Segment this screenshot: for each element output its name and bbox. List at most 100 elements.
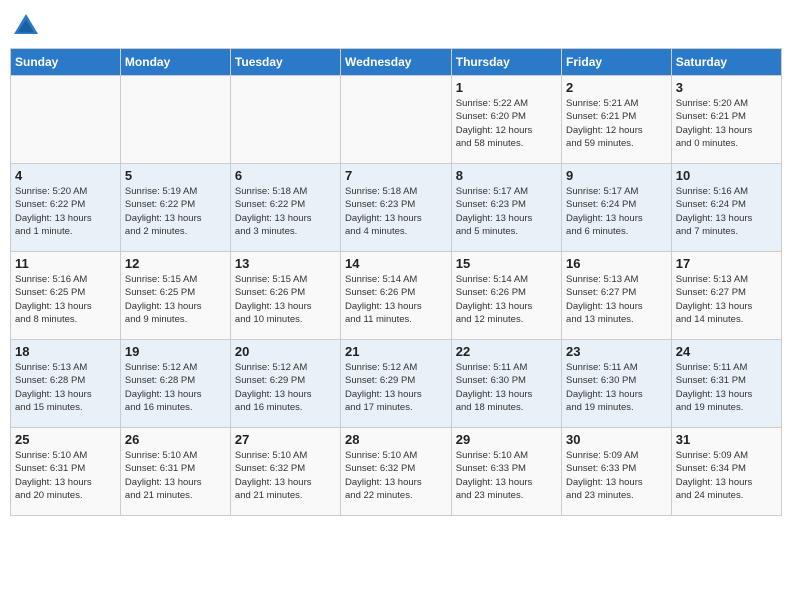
day-info: Sunrise: 5:15 AM Sunset: 6:25 PM Dayligh… [125,273,226,326]
day-number: 16 [566,256,667,271]
day-info: Sunrise: 5:12 AM Sunset: 6:29 PM Dayligh… [235,361,336,414]
day-info: Sunrise: 5:21 AM Sunset: 6:21 PM Dayligh… [566,97,667,150]
day-cell: 25Sunrise: 5:10 AM Sunset: 6:31 PM Dayli… [11,428,121,516]
day-number: 27 [235,432,336,447]
day-cell: 21 Sunrise: 5:12 AM Sunset: 6:29 PM Dayli… [341,340,452,428]
day-of-week-tuesday: Tuesday [230,49,340,76]
day-cell: 17Sunrise: 5:13 AM Sunset: 6:27 PM Dayli… [671,252,781,340]
day-number: 10 [676,168,777,183]
day-number: 15 [456,256,557,271]
day-cell: 1 Sunrise: 5:22 AM Sunset: 6:20 PM Daylig… [451,76,561,164]
day-info: Sunrise: 5:15 AM Sunset: 6:26 PM Dayligh… [235,273,336,326]
day-cell: 12 Sunrise: 5:15 AM Sunset: 6:25 PM Dayli… [120,252,230,340]
day-number: 17 [676,256,777,271]
day-cell: 11 Sunrise: 5:16 AM Sunset: 6:25 PM Dayli… [11,252,121,340]
day-info: Sunrise: 5:13 AM Sunset: 6:28 PM Dayligh… [15,361,116,414]
day-cell: 19Sunrise: 5:12 AM Sunset: 6:28 PM Dayli… [120,340,230,428]
day-number: 5 [125,168,226,183]
week-row-5: 25Sunrise: 5:10 AM Sunset: 6:31 PM Dayli… [11,428,782,516]
day-of-week-saturday: Saturday [671,49,781,76]
calendar-header: SundayMondayTuesdayWednesdayThursdayFrid… [11,49,782,76]
day-number: 12 [125,256,226,271]
week-row-3: 11 Sunrise: 5:16 AM Sunset: 6:25 PM Dayli… [11,252,782,340]
day-of-week-thursday: Thursday [451,49,561,76]
day-info: Sunrise: 5:20 AM Sunset: 6:22 PM Dayligh… [15,185,116,238]
week-row-1: 1 Sunrise: 5:22 AM Sunset: 6:20 PM Daylig… [11,76,782,164]
day-cell: 4 Sunrise: 5:20 AM Sunset: 6:22 PM Daylig… [11,164,121,252]
day-cell [341,76,452,164]
day-cell: 28Sunrise: 5:10 AM Sunset: 6:32 PM Dayli… [341,428,452,516]
calendar-table: SundayMondayTuesdayWednesdayThursdayFrid… [10,48,782,516]
day-number: 20 [235,344,336,359]
day-cell: 18Sunrise: 5:13 AM Sunset: 6:28 PM Dayli… [11,340,121,428]
day-info: Sunrise: 5:10 AM Sunset: 6:31 PM Dayligh… [125,449,226,502]
day-cell: 26 Sunrise: 5:10 AM Sunset: 6:31 PM Dayli… [120,428,230,516]
day-number: 23 [566,344,667,359]
day-info: Sunrise: 5:16 AM Sunset: 6:25 PM Dayligh… [15,273,116,326]
day-info: Sunrise: 5:18 AM Sunset: 6:22 PM Dayligh… [235,185,336,238]
day-cell: 8 Sunrise: 5:17 AM Sunset: 6:23 PM Daylig… [451,164,561,252]
day-info: Sunrise: 5:22 AM Sunset: 6:20 PM Dayligh… [456,97,557,150]
week-row-2: 4 Sunrise: 5:20 AM Sunset: 6:22 PM Daylig… [11,164,782,252]
week-row-4: 18Sunrise: 5:13 AM Sunset: 6:28 PM Dayli… [11,340,782,428]
day-number: 30 [566,432,667,447]
day-number: 11 [15,256,116,271]
day-info: Sunrise: 5:17 AM Sunset: 6:24 PM Dayligh… [566,185,667,238]
logo-icon [10,10,42,42]
day-number: 29 [456,432,557,447]
day-cell [11,76,121,164]
day-number: 14 [345,256,447,271]
day-number: 22 [456,344,557,359]
day-of-week-sunday: Sunday [11,49,121,76]
day-info: Sunrise: 5:19 AM Sunset: 6:22 PM Dayligh… [125,185,226,238]
day-number: 28 [345,432,447,447]
day-number: 1 [456,80,557,95]
day-of-week-monday: Monday [120,49,230,76]
day-cell: 30 Sunrise: 5:09 AM Sunset: 6:33 PM Dayli… [562,428,672,516]
day-info: Sunrise: 5:13 AM Sunset: 6:27 PM Dayligh… [566,273,667,326]
day-of-week-friday: Friday [562,49,672,76]
day-cell: 20 Sunrise: 5:12 AM Sunset: 6:29 PM Dayli… [230,340,340,428]
day-info: Sunrise: 5:10 AM Sunset: 6:32 PM Dayligh… [235,449,336,502]
day-cell [230,76,340,164]
day-number: 4 [15,168,116,183]
day-cell: 2Sunrise: 5:21 AM Sunset: 6:21 PM Daylig… [562,76,672,164]
day-number: 19 [125,344,226,359]
page-header [10,10,782,42]
day-of-week-wednesday: Wednesday [341,49,452,76]
day-number: 7 [345,168,447,183]
day-cell: 7 Sunrise: 5:18 AM Sunset: 6:23 PM Daylig… [341,164,452,252]
day-cell: 9Sunrise: 5:17 AM Sunset: 6:24 PM Daylig… [562,164,672,252]
day-info: Sunrise: 5:11 AM Sunset: 6:30 PM Dayligh… [566,361,667,414]
day-info: Sunrise: 5:12 AM Sunset: 6:29 PM Dayligh… [345,361,447,414]
calendar-body: 1 Sunrise: 5:22 AM Sunset: 6:20 PM Daylig… [11,76,782,516]
day-number: 21 [345,344,447,359]
day-number: 3 [676,80,777,95]
day-cell: 31Sunrise: 5:09 AM Sunset: 6:34 PM Dayli… [671,428,781,516]
day-number: 8 [456,168,557,183]
day-cell: 13 Sunrise: 5:15 AM Sunset: 6:26 PM Dayli… [230,252,340,340]
day-cell: 24Sunrise: 5:11 AM Sunset: 6:31 PM Dayli… [671,340,781,428]
day-info: Sunrise: 5:11 AM Sunset: 6:31 PM Dayligh… [676,361,777,414]
day-cell: 15 Sunrise: 5:14 AM Sunset: 6:26 PM Dayli… [451,252,561,340]
day-cell: 14Sunrise: 5:14 AM Sunset: 6:26 PM Dayli… [341,252,452,340]
day-cell: 5 Sunrise: 5:19 AM Sunset: 6:22 PM Daylig… [120,164,230,252]
day-info: Sunrise: 5:20 AM Sunset: 6:21 PM Dayligh… [676,97,777,150]
day-cell [120,76,230,164]
day-info: Sunrise: 5:09 AM Sunset: 6:33 PM Dayligh… [566,449,667,502]
day-cell: 3 Sunrise: 5:20 AM Sunset: 6:21 PM Daylig… [671,76,781,164]
day-info: Sunrise: 5:18 AM Sunset: 6:23 PM Dayligh… [345,185,447,238]
days-of-week-row: SundayMondayTuesdayWednesdayThursdayFrid… [11,49,782,76]
day-number: 13 [235,256,336,271]
day-info: Sunrise: 5:17 AM Sunset: 6:23 PM Dayligh… [456,185,557,238]
day-info: Sunrise: 5:11 AM Sunset: 6:30 PM Dayligh… [456,361,557,414]
day-cell: 23 Sunrise: 5:11 AM Sunset: 6:30 PM Dayli… [562,340,672,428]
day-cell: 6Sunrise: 5:18 AM Sunset: 6:22 PM Daylig… [230,164,340,252]
day-cell: 16 Sunrise: 5:13 AM Sunset: 6:27 PM Dayli… [562,252,672,340]
logo [10,10,46,42]
day-info: Sunrise: 5:14 AM Sunset: 6:26 PM Dayligh… [456,273,557,326]
day-info: Sunrise: 5:10 AM Sunset: 6:33 PM Dayligh… [456,449,557,502]
day-info: Sunrise: 5:10 AM Sunset: 6:31 PM Dayligh… [15,449,116,502]
day-number: 31 [676,432,777,447]
day-number: 26 [125,432,226,447]
